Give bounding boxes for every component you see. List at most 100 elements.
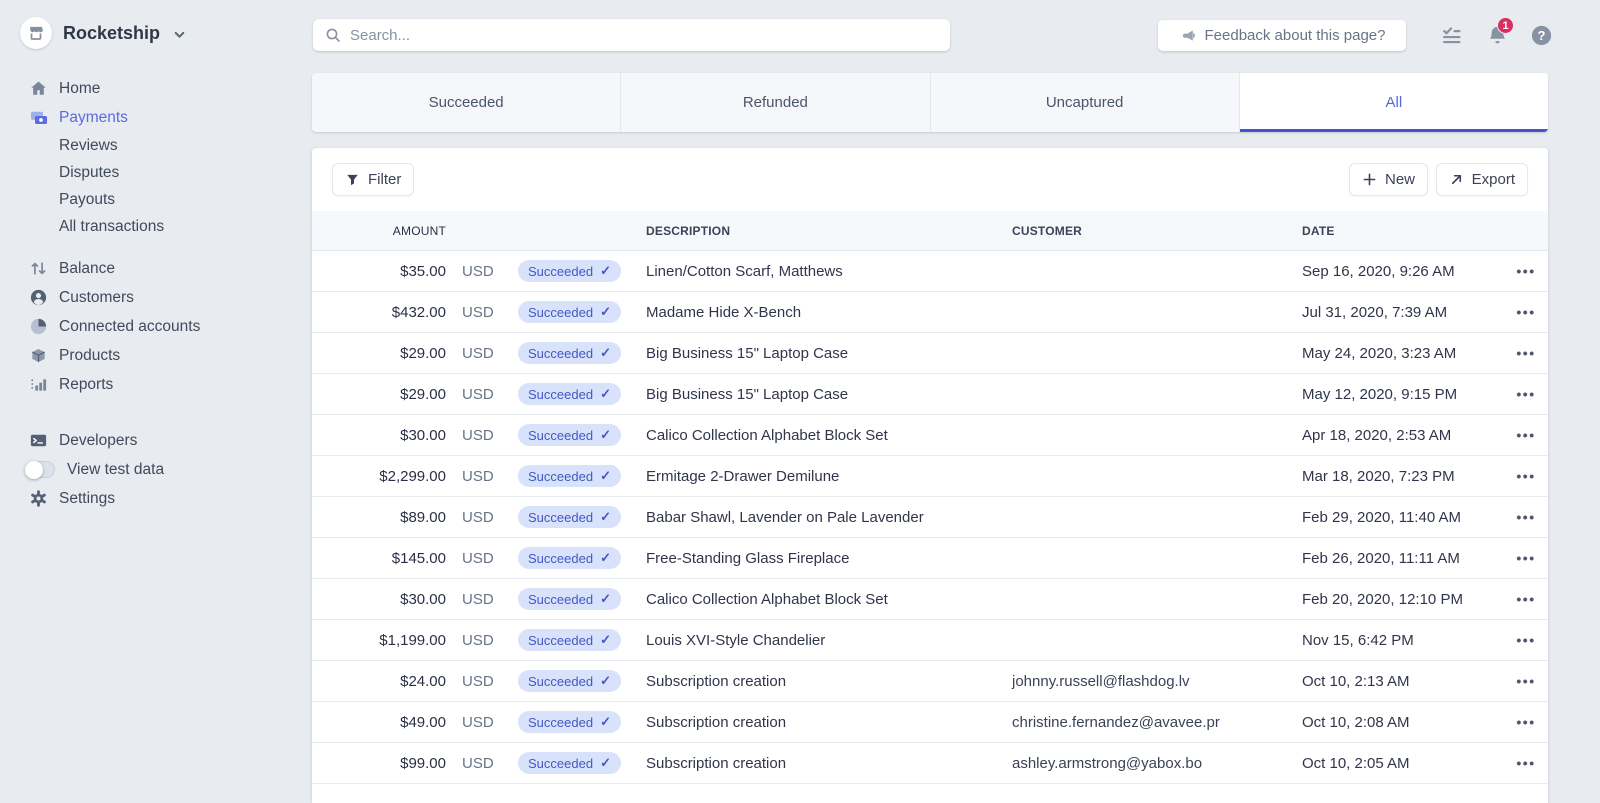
row-actions-button[interactable]: •••	[1504, 550, 1548, 566]
description-cell: Linen/Cotton Scarf, Matthews	[646, 263, 996, 280]
row-actions-button[interactable]: •••	[1504, 468, 1548, 484]
row-actions-button[interactable]: •••	[1504, 714, 1548, 730]
table-row[interactable]: $432.00USDSucceeded✓Madame Hide X-BenchJ…	[312, 292, 1548, 333]
status-label: Succeeded	[528, 510, 593, 525]
export-arrow-icon	[1449, 172, 1464, 187]
notification-count-badge: 1	[1497, 17, 1514, 34]
customers-icon	[28, 287, 49, 308]
currency-cell: USD	[462, 509, 502, 526]
column-header-date: DATE	[1302, 224, 1488, 238]
notifications-button[interactable]: 1	[1486, 24, 1509, 47]
date-cell: Sep 16, 2020, 9:26 AM	[1302, 263, 1488, 280]
test-data-toggle[interactable]	[25, 461, 55, 478]
row-actions-button[interactable]: •••	[1504, 263, 1548, 279]
table-row[interactable]: $145.00USDSucceeded✓Free-Standing Glass …	[312, 538, 1548, 579]
sidebar-item-view-test-data[interactable]: View test data	[0, 455, 312, 484]
sidebar-item-label: Payouts	[59, 191, 115, 209]
row-actions-button[interactable]: •••	[1504, 632, 1548, 648]
sidebar-item-payouts[interactable]: Payouts	[0, 186, 312, 213]
sidebar-item-products[interactable]: Products	[0, 341, 312, 370]
sidebar-item-all-transactions[interactable]: All transactions	[0, 213, 312, 240]
status-cell: Succeeded✓	[518, 260, 630, 282]
row-actions-button[interactable]: •••	[1504, 427, 1548, 443]
check-icon: ✓	[600, 673, 611, 689]
payments-icon	[28, 107, 49, 128]
table-row[interactable]: $29.00USDSucceeded✓Big Business 15" Lapt…	[312, 374, 1548, 415]
row-actions-button[interactable]: •••	[1504, 386, 1548, 402]
help-button[interactable]: ?	[1530, 24, 1553, 47]
sidebar-item-customers[interactable]: Customers	[0, 283, 312, 312]
sidebar-item-label: Products	[59, 347, 120, 365]
description-cell: Big Business 15" Laptop Case	[646, 386, 996, 403]
table-row[interactable]: $24.00USDSucceeded✓Subscription creation…	[312, 661, 1548, 702]
table-row[interactable]: $30.00USDSucceeded✓Calico Collection Alp…	[312, 415, 1548, 456]
status-badge: Succeeded✓	[518, 547, 621, 569]
feedback-button[interactable]: Feedback about this page?	[1158, 20, 1406, 51]
row-actions-button[interactable]: •••	[1504, 755, 1548, 771]
amount-cell: $35.00	[312, 263, 446, 280]
status-label: Succeeded	[528, 674, 593, 689]
row-actions-button[interactable]: •••	[1504, 345, 1548, 361]
row-actions-button[interactable]: •••	[1504, 591, 1548, 607]
export-button[interactable]: Export	[1437, 164, 1527, 195]
status-cell: Succeeded✓	[518, 424, 630, 446]
table-row[interactable]: $1,199.00USDSucceeded✓Louis XVI-Style Ch…	[312, 620, 1548, 661]
customer-cell: ashley.armstrong@yabox.bo	[1012, 755, 1286, 772]
date-cell: May 24, 2020, 3:23 AM	[1302, 345, 1488, 362]
home-icon	[28, 78, 49, 99]
description-cell: Subscription creation	[646, 673, 996, 690]
sidebar-item-label: Home	[59, 80, 100, 98]
table-row[interactable]: $29.00USDSucceeded✓Big Business 15" Lapt…	[312, 333, 1548, 374]
status-cell: Succeeded✓	[518, 752, 630, 774]
tab-all[interactable]: All	[1240, 73, 1548, 132]
tab-uncaptured[interactable]: Uncaptured	[931, 73, 1240, 132]
new-payment-button[interactable]: New	[1350, 164, 1427, 195]
search-bar[interactable]	[313, 19, 950, 51]
sidebar-item-settings[interactable]: Settings	[0, 484, 312, 513]
filter-label: Filter	[368, 171, 401, 188]
status-cell: Succeeded✓	[518, 711, 630, 733]
row-actions-button[interactable]: •••	[1504, 304, 1548, 320]
table-header: AMOUNT DESCRIPTION CUSTOMER DATE	[312, 211, 1548, 251]
sidebar-item-reports[interactable]: Reports	[0, 370, 312, 399]
row-actions-button[interactable]: •••	[1504, 509, 1548, 525]
date-cell: Feb 26, 2020, 11:11 AM	[1302, 550, 1488, 567]
status-badge: Succeeded✓	[518, 301, 621, 323]
status-badge: Succeeded✓	[518, 465, 621, 487]
account-switcher[interactable]: Rocketship	[20, 17, 186, 49]
table-row[interactable]: $2,299.00USDSucceeded✓Ermitage 2-Drawer …	[312, 456, 1548, 497]
filter-button[interactable]: Filter	[333, 164, 413, 195]
status-cell: Succeeded✓	[518, 506, 630, 528]
sidebar-item-disputes[interactable]: Disputes	[0, 159, 312, 186]
tab-refunded[interactable]: Refunded	[621, 73, 930, 132]
table-row[interactable]: $99.00USDSucceeded✓Subscription creation…	[312, 743, 1548, 784]
row-actions-button[interactable]: •••	[1504, 673, 1548, 689]
sidebar-item-label: Payments	[59, 109, 128, 127]
table-row[interactable]: $89.00USDSucceeded✓Babar Shawl, Lavender…	[312, 497, 1548, 538]
sidebar-item-balance[interactable]: Balance	[0, 254, 312, 283]
table-row[interactable]: $35.00USDSucceeded✓Linen/Cotton Scarf, M…	[312, 251, 1548, 292]
sidebar-item-label: Reviews	[59, 137, 118, 155]
sidebar-item-reviews[interactable]: Reviews	[0, 132, 312, 159]
amount-cell: $89.00	[312, 509, 446, 526]
sidebar-item-payments[interactable]: Payments	[0, 103, 312, 132]
status-badge: Succeeded✓	[518, 711, 621, 733]
description-cell: Calico Collection Alphabet Block Set	[646, 427, 996, 444]
status-label: Succeeded	[528, 469, 593, 484]
tasks-checklist-button[interactable]	[1440, 24, 1463, 47]
table-row[interactable]: $49.00USDSucceeded✓Subscription creation…	[312, 702, 1548, 743]
storefront-icon	[27, 24, 45, 42]
sidebar-item-home[interactable]: Home	[0, 74, 312, 103]
sidebar-item-connected-accounts[interactable]: Connected accounts	[0, 312, 312, 341]
date-cell: Apr 18, 2020, 2:53 AM	[1302, 427, 1488, 444]
search-input[interactable]	[350, 27, 938, 44]
feedback-label: Feedback about this page?	[1205, 27, 1386, 44]
status-badge: Succeeded✓	[518, 629, 621, 651]
status-cell: Succeeded✓	[518, 383, 630, 405]
sidebar-item-label: Reports	[59, 376, 113, 394]
sidebar-item-developers[interactable]: Developers	[0, 426, 312, 455]
currency-cell: USD	[462, 304, 502, 321]
tab-succeeded[interactable]: Succeeded	[312, 73, 621, 132]
status-badge: Succeeded✓	[518, 260, 621, 282]
table-row[interactable]: $30.00USDSucceeded✓Calico Collection Alp…	[312, 579, 1548, 620]
